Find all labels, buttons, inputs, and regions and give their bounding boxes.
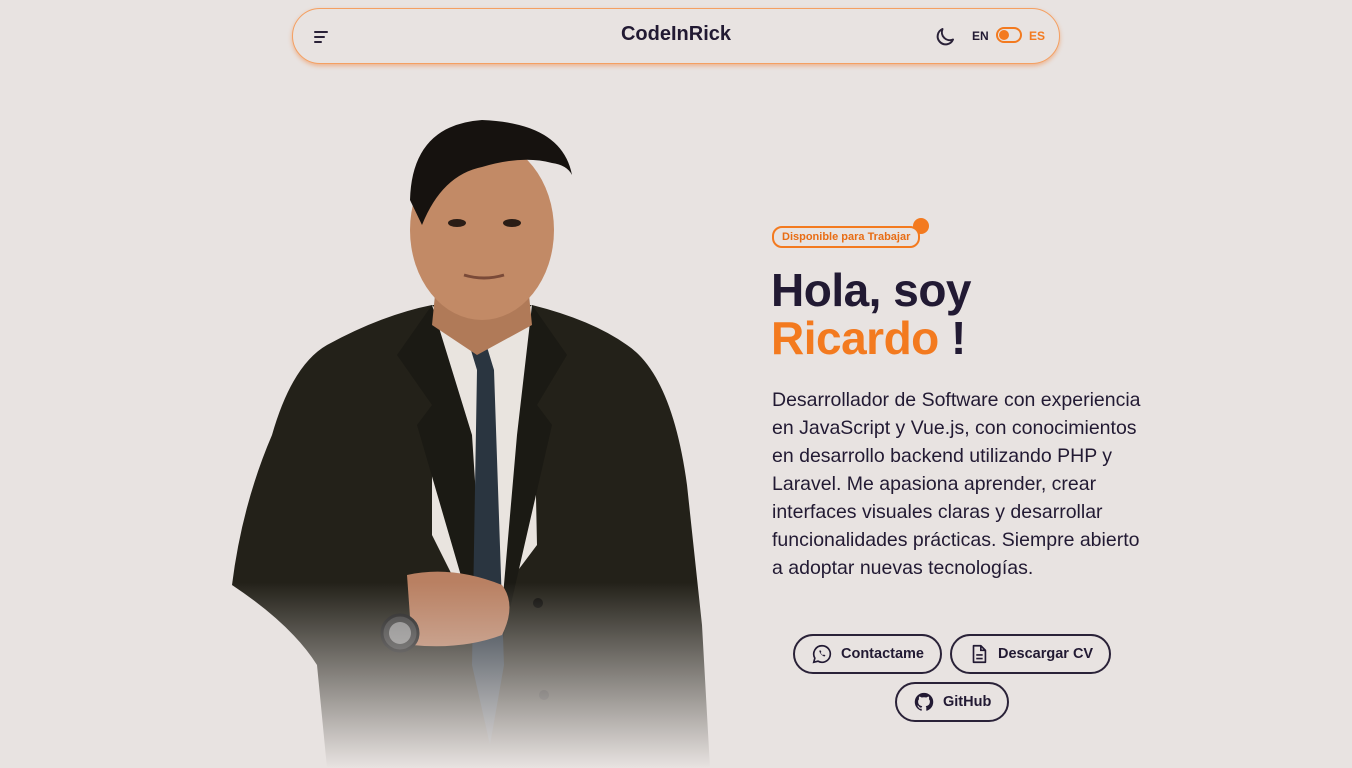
contact-button[interactable]: Contactame (793, 634, 942, 674)
language-toggle[interactable] (996, 27, 1022, 43)
lang-es-label[interactable]: ES (1029, 29, 1045, 43)
download-cv-button[interactable]: Descargar CV (950, 634, 1112, 674)
whatsapp-icon (812, 644, 832, 664)
hero-name: Ricardo (771, 312, 939, 364)
contact-button-label: Contactame (841, 646, 924, 662)
download-cv-label: Descargar CV (998, 646, 1094, 662)
hero-description: Desarrollador de Software con experienci… (772, 389, 1141, 579)
document-icon (972, 644, 987, 664)
availability-badge: Disponible para Trabajar (772, 226, 921, 248)
moon-icon[interactable] (933, 25, 957, 49)
lang-en-label[interactable]: EN (972, 29, 989, 43)
navbar: CodeInRick EN ES (292, 8, 1060, 64)
github-icon (914, 692, 934, 711)
hero-title: Hola, soy Ricardo ! (771, 264, 972, 364)
github-button[interactable]: GitHub (895, 682, 1010, 722)
hero-greeting: Hola, soy (771, 264, 972, 316)
profile-photo (232, 105, 712, 768)
hero-exclaim: ! (951, 312, 966, 364)
github-button-label: GitHub (943, 694, 992, 710)
